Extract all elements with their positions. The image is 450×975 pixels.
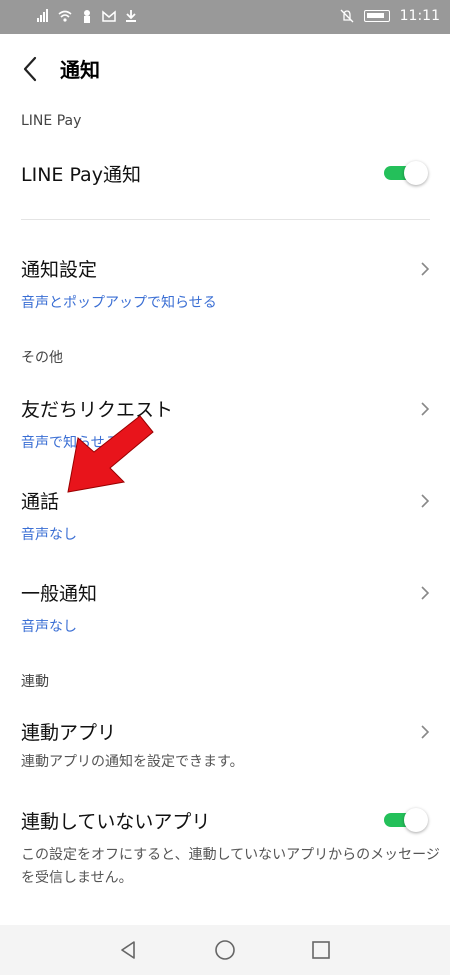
linked-apps-row[interactable]: 連動アプリ 連動アプリの通知を設定できます。 (0, 707, 450, 781)
status-right-icons: 11:11 (340, 8, 440, 24)
toggle-knob (404, 161, 428, 185)
recents-square-icon[interactable] (309, 938, 333, 962)
chevron-right-icon (421, 494, 430, 508)
section-label-linepay: LINE Pay (21, 113, 82, 129)
section-label-other: その他 (21, 350, 63, 366)
call-sub: 音声なし (21, 527, 77, 543)
status-time: 11:11 (399, 8, 440, 24)
general-notification-sub: 音声なし (21, 619, 77, 635)
general-notification-title: 一般通知 (21, 583, 98, 605)
red-annotation-arrow-icon (67, 415, 154, 493)
notification-settings-sub: 音声とポップアップで知らせる (21, 295, 217, 311)
download-icon (126, 10, 136, 22)
chevron-left-icon (23, 56, 37, 82)
linked-apps-title: 連動アプリ (21, 722, 117, 744)
back-button[interactable] (14, 52, 48, 86)
signal-icon (37, 9, 48, 22)
notification-settings-title: 通知設定 (21, 259, 98, 281)
back-triangle-icon[interactable] (116, 938, 140, 962)
page-title: 通知 (60, 58, 100, 82)
general-notification-row[interactable]: 一般通知 音声なし (0, 568, 450, 642)
chevron-right-icon (421, 262, 430, 276)
unlinked-apps-sub: この設定をオフにすると、連動していないアプリからのメッセージを受信しません。 (21, 847, 440, 886)
toggle-knob (404, 808, 428, 832)
gmail-icon (102, 10, 116, 22)
linepay-notification-toggle[interactable] (384, 159, 428, 185)
wifi-icon (58, 10, 72, 22)
status-bar: 11:11 (0, 0, 450, 34)
notification-settings-row[interactable]: 通知設定 音声とポップアップで知らせる (0, 244, 450, 318)
navigation-bar (0, 925, 450, 975)
status-left-icons (36, 9, 138, 23)
linepay-notification-row[interactable]: LINE Pay通知 (0, 146, 450, 200)
unlinked-apps-row[interactable]: 連動していないアプリ この設定をオフにすると、連動していないアプリからのメッセー… (0, 796, 450, 896)
line-notification-icon (84, 10, 90, 23)
mute-icon (340, 9, 354, 23)
linepay-notification-title: LINE Pay通知 (21, 164, 141, 186)
divider (21, 219, 430, 220)
header: 通知 (0, 34, 450, 102)
linked-apps-sub: 連動アプリの通知を設定できます。 (21, 754, 244, 770)
section-label-linked: 連動 (21, 674, 49, 690)
unlinked-apps-title: 連動していないアプリ (21, 811, 211, 833)
home-circle-icon[interactable] (213, 938, 237, 962)
chevron-right-icon (421, 586, 430, 600)
chevron-right-icon (421, 402, 430, 416)
battery-icon (363, 10, 390, 22)
chevron-right-icon (421, 725, 430, 739)
unlinked-apps-toggle[interactable] (384, 806, 428, 832)
